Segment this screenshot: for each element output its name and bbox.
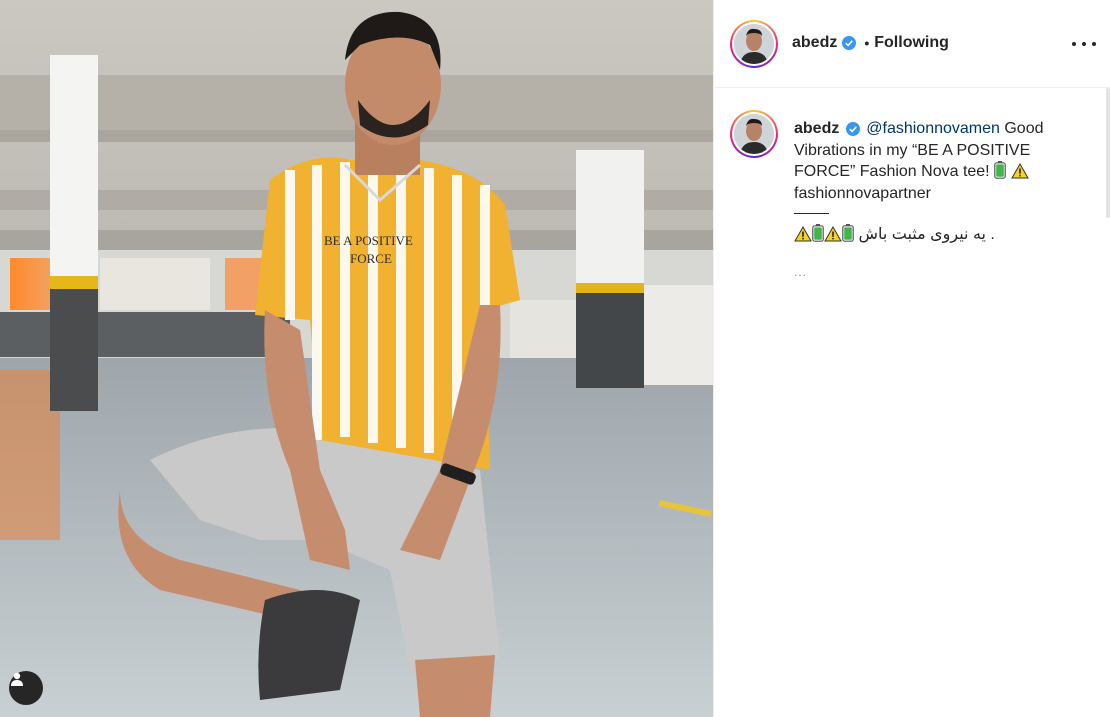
continuation-dots: ... — [794, 264, 808, 279]
shirt-print-line2: FORCE — [350, 251, 392, 266]
caption-scrollbar[interactable] — [1106, 88, 1110, 218]
shirt-print-line1: BE A POSITIVE — [324, 233, 413, 248]
verified-badge-icon — [842, 36, 857, 50]
persian-line: . یه نیروی مثبت باش — [794, 224, 1084, 246]
battery-icon — [842, 224, 854, 242]
photo-illustration: BE A POSITIVE FORCE — [0, 0, 713, 717]
verified-badge-icon — [845, 121, 860, 136]
avatar-image — [734, 114, 774, 154]
more-dot-icon — [1092, 42, 1096, 46]
caption-divider — [794, 213, 829, 214]
post-sidebar: abedz • Following abedz @fashionnovamen … — [713, 0, 1110, 717]
avatar-image — [734, 24, 774, 64]
more-dot-icon — [1082, 42, 1086, 46]
person-icon — [11, 672, 23, 686]
battery-icon — [812, 224, 824, 242]
persian-text: . یه نیروی مثبت باش — [858, 226, 995, 243]
battery-icon — [994, 161, 1006, 179]
separator-dot: • — [864, 35, 870, 51]
mention-link[interactable]: @fashionnovamen — [866, 120, 1000, 137]
warning-icon — [824, 226, 842, 242]
warning-icon — [794, 226, 812, 242]
caption-avatar[interactable] — [730, 110, 778, 158]
caption-username[interactable]: abedz — [794, 120, 839, 137]
partner-tag[interactable]: fashionnovapartner — [794, 185, 931, 202]
header-user-line: abedz • Following — [792, 34, 949, 52]
more-options-icon[interactable] — [1072, 34, 1096, 54]
author-avatar[interactable] — [730, 20, 778, 68]
post-photo[interactable]: BE A POSITIVE FORCE — [0, 0, 713, 717]
author-username[interactable]: abedz — [792, 34, 837, 52]
more-dot-icon — [1072, 42, 1076, 46]
caption-text: abedz @fashionnovamen Good Vibrations in… — [794, 118, 1084, 283]
tagged-users-button[interactable] — [9, 671, 43, 705]
following-button[interactable]: Following — [874, 34, 949, 52]
post-header: abedz • Following — [714, 0, 1110, 88]
warning-icon — [1010, 163, 1029, 179]
